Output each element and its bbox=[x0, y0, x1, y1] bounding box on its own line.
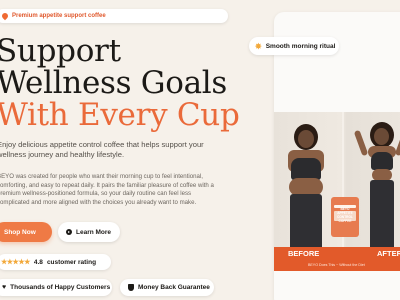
guarantee-label: Money Back Guarantee bbox=[138, 284, 210, 291]
before-person-head bbox=[298, 130, 314, 148]
product-card: BEYO APPETITE CONTROL COFFEE BEFORE AFTE… bbox=[274, 12, 400, 300]
shop-now-button[interactable]: Shop Now bbox=[0, 222, 52, 242]
hero-subheading: Enjoy delicious appetite control coffee … bbox=[0, 140, 204, 159]
play-icon bbox=[66, 229, 72, 235]
rating-score: 4.8 bbox=[33, 258, 43, 266]
rating-badge: ★★★★★ 4.8 customer rating bbox=[0, 254, 111, 270]
flame-icon bbox=[0, 11, 10, 21]
guarantee-badge: Money Back Guarantee bbox=[120, 279, 214, 296]
sparkle-icon: ✸ bbox=[255, 41, 262, 51]
rating-label: customer rating bbox=[46, 258, 97, 266]
premium-badge-label: Premium appetite support coffee bbox=[12, 13, 106, 19]
heart-icon: ♥ bbox=[2, 284, 7, 291]
after-person-top bbox=[371, 152, 393, 170]
image-divider bbox=[342, 112, 344, 262]
morning-ritual-badge: ✸ Smooth morning ritual bbox=[249, 37, 339, 55]
happy-customers-label: Thousands of Happy Customers bbox=[10, 284, 111, 291]
shield-icon bbox=[128, 284, 134, 291]
hero-description: BEYO was created for people who want the… bbox=[0, 173, 214, 206]
learn-more-button[interactable]: Learn More bbox=[58, 222, 120, 242]
before-label: BEFORE bbox=[288, 249, 320, 258]
before-after-banner: BEFORE AFTER bbox=[274, 247, 400, 261]
morning-ritual-label: Smooth morning ritual bbox=[265, 42, 336, 50]
after-person-head bbox=[374, 128, 389, 145]
star-rating-icon: ★★★★★ bbox=[1, 259, 30, 266]
coffee-bag-label: BEYO APPETITE CONTROL COFFEE bbox=[337, 207, 353, 223]
hero-title-line-2: Wellness Goals bbox=[0, 65, 228, 101]
before-after-caption: BEYO Does This ~ Without the Diet bbox=[274, 261, 400, 271]
premium-badge: Premium appetite support coffee bbox=[0, 9, 228, 23]
learn-more-label: Learn More bbox=[76, 228, 112, 236]
before-after-image: BEYO APPETITE CONTROL COFFEE bbox=[274, 112, 400, 262]
shop-now-label: Shop Now bbox=[4, 228, 36, 236]
after-person-leggings bbox=[370, 180, 394, 252]
before-person-top bbox=[291, 158, 321, 180]
before-person-leggings bbox=[290, 194, 322, 252]
after-label: AFTER bbox=[377, 249, 400, 258]
happy-customers-badge: ♥ Thousands of Happy Customers bbox=[0, 279, 112, 296]
hero-title-line-3: With Every Cup bbox=[0, 97, 240, 133]
page: Premium appetite support coffee Support … bbox=[0, 0, 400, 300]
after-person-arm-left bbox=[353, 129, 369, 157]
hero-title-line-1: Support bbox=[0, 33, 121, 69]
